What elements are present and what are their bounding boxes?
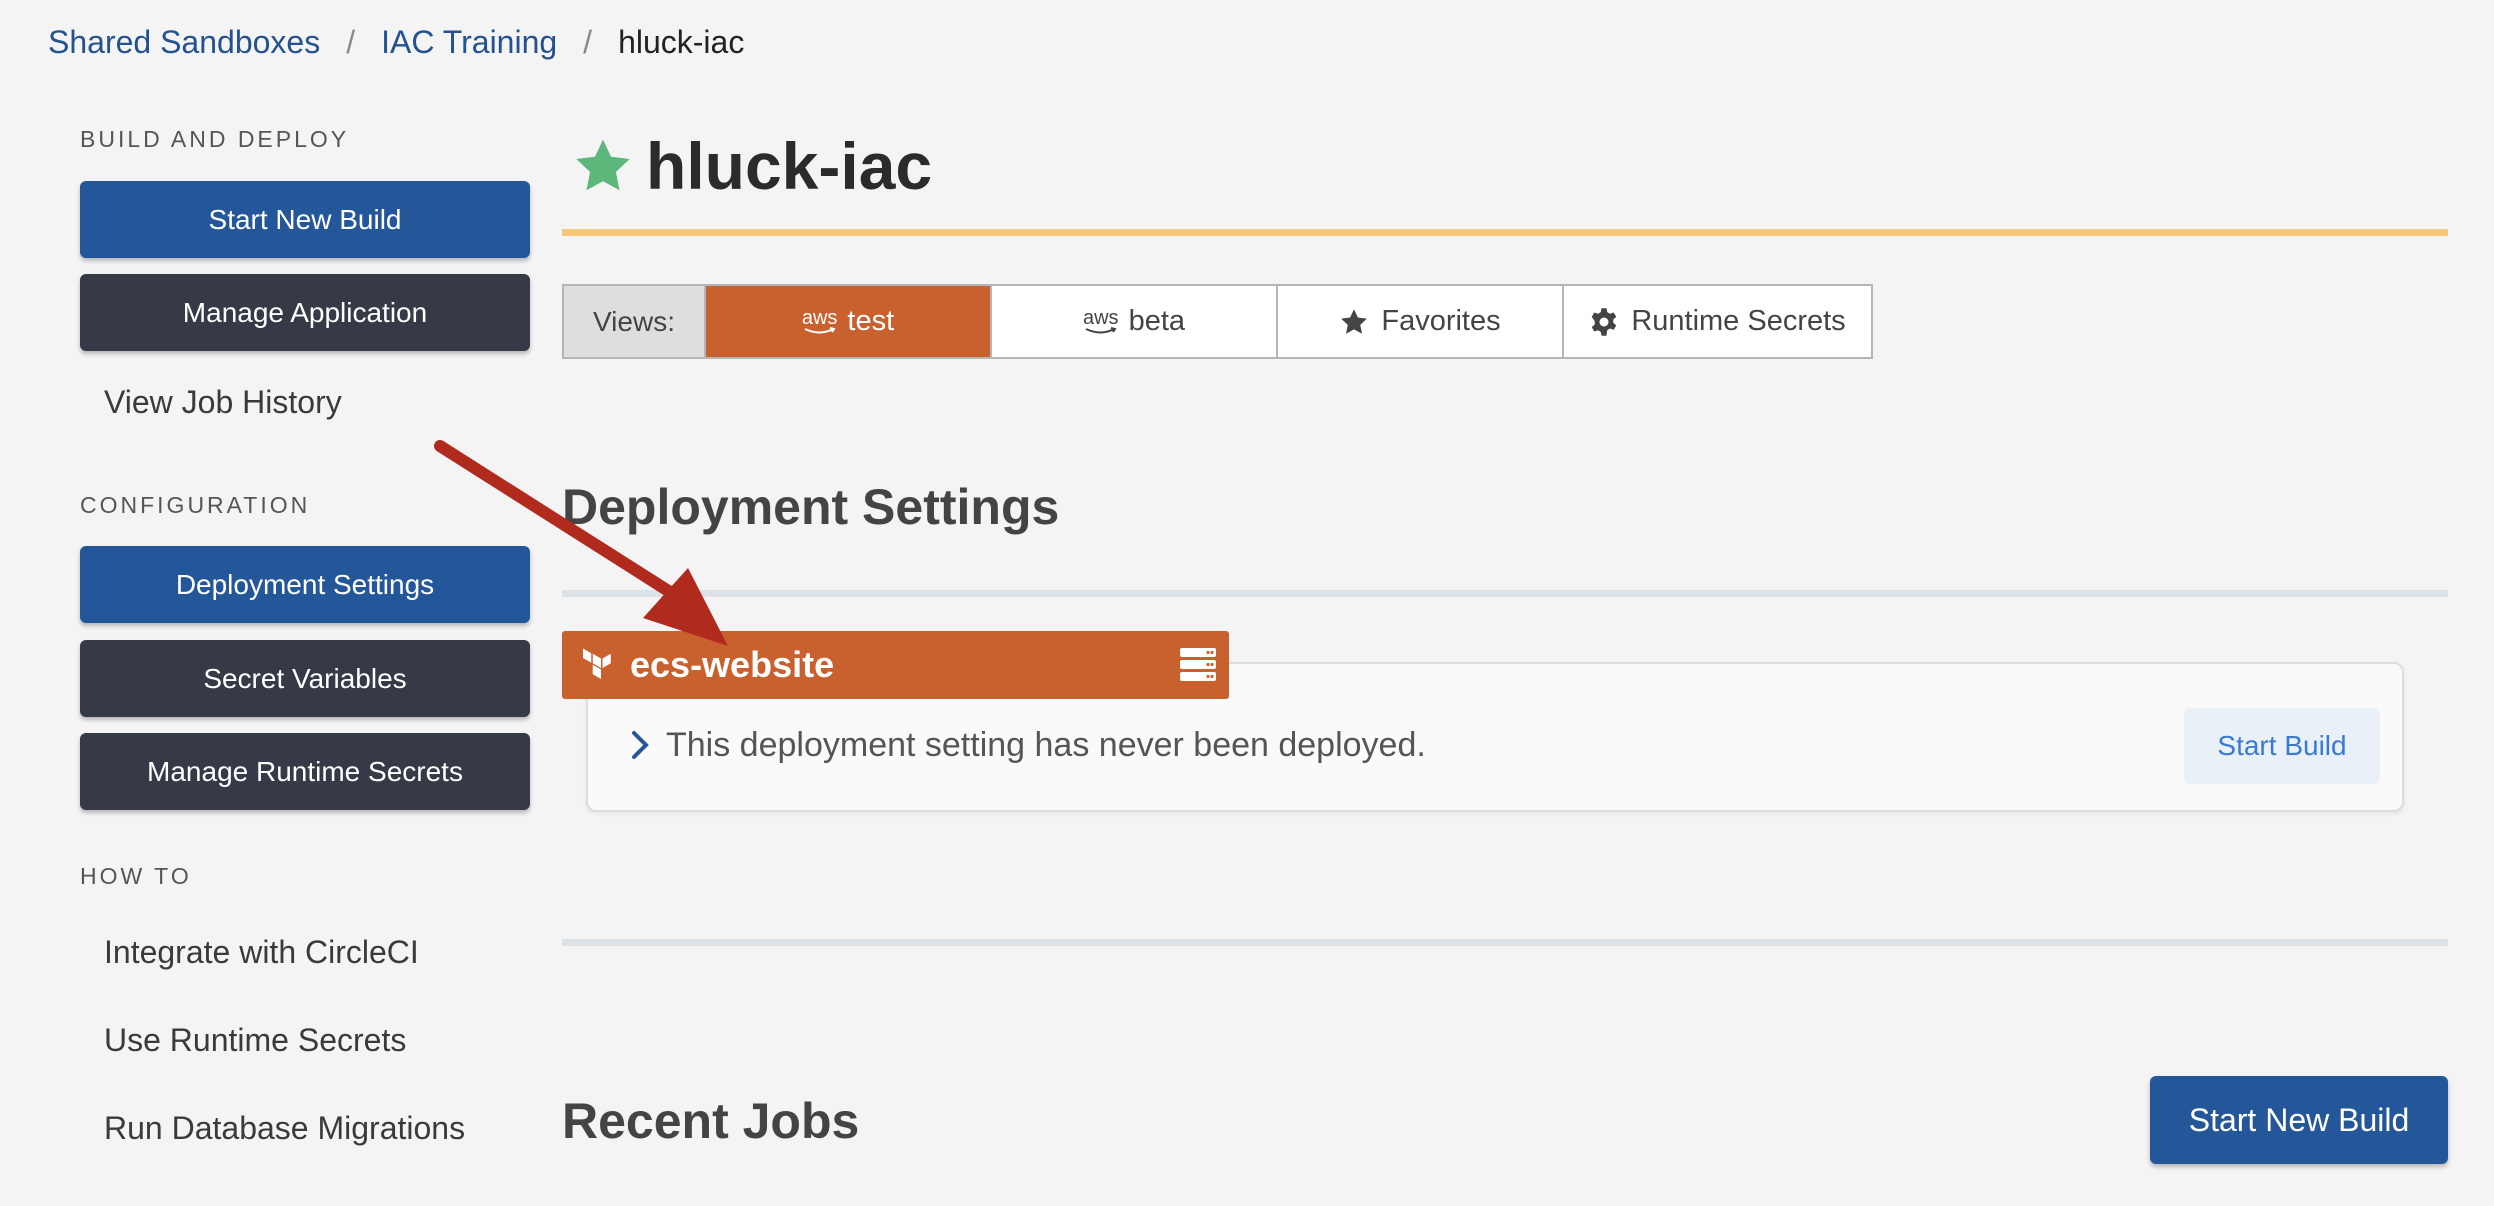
aws-icon: aws (1082, 306, 1119, 335)
deployment-settings-heading: Deployment Settings (562, 479, 1060, 535)
chevron-right-icon[interactable] (630, 730, 652, 760)
tab-test[interactable]: aws test (706, 286, 992, 357)
aws-logo-text: aws (1082, 306, 1119, 329)
secret-variables-button[interactable]: Secret Variables (80, 640, 530, 717)
run-database-migrations-link[interactable]: Run Database Migrations (104, 1110, 465, 1147)
tab-label: beta (1128, 305, 1186, 337)
views-bar: Views: aws test aws beta Favorites Runti… (562, 284, 1873, 359)
recent-jobs-start-new-build-button[interactable]: Start New Build (2150, 1076, 2448, 1164)
start-build-button[interactable]: Start Build (2184, 708, 2380, 784)
integrate-circleci-link[interactable]: Integrate with CircleCI (104, 934, 419, 971)
recent-jobs-heading: Recent Jobs (562, 1093, 860, 1149)
deployment-setting-name: ecs-website (630, 644, 835, 685)
server-stack-icon (1180, 648, 1216, 681)
breadcrumb-current: hluck-iac (618, 24, 745, 60)
title-divider (562, 229, 2448, 236)
breadcrumb-separator: / (346, 24, 356, 60)
use-runtime-secrets-link[interactable]: Use Runtime Secrets (104, 1022, 406, 1059)
section-label-configuration: CONFIGURATION (80, 492, 311, 518)
tab-favorites[interactable]: Favorites (1278, 286, 1564, 357)
manage-application-button[interactable]: Manage Application (80, 274, 530, 351)
title-row: hluck-iac (572, 128, 932, 204)
tab-beta[interactable]: aws beta (992, 286, 1278, 357)
section-divider (562, 939, 2448, 946)
view-job-history-link[interactable]: View Job History (104, 384, 342, 421)
tab-label: Runtime Secrets (1631, 305, 1846, 337)
aws-logo-text: aws (801, 306, 838, 329)
star-icon (1341, 308, 1368, 334)
start-new-build-button[interactable]: Start New Build (80, 181, 530, 258)
favorite-star-icon[interactable] (572, 135, 634, 197)
tab-label: Favorites (1381, 305, 1501, 337)
tab-label: test (847, 305, 895, 337)
aws-icon: aws (801, 306, 838, 335)
breadcrumb-iac-training[interactable]: IAC Training (381, 20, 557, 64)
views-label: Views: (564, 286, 706, 357)
deployment-setting-header[interactable]: ecs-website (562, 631, 1229, 699)
manage-runtime-secrets-button[interactable]: Manage Runtime Secrets (80, 733, 530, 810)
deployment-settings-button[interactable]: Deployment Settings (80, 546, 530, 623)
section-divider (562, 590, 2448, 597)
tab-runtime-secrets[interactable]: Runtime Secrets (1564, 286, 1871, 357)
terraform-icon (583, 648, 611, 679)
page-title: hluck-iac (646, 129, 933, 203)
section-label-how-to: HOW TO (80, 863, 192, 889)
breadcrumb: Shared Sandboxes / IAC Training / hluck-… (48, 20, 744, 64)
deployment-status-message: This deployment setting has never been d… (666, 726, 1426, 764)
section-label-build-and-deploy: BUILD AND DEPLOY (80, 126, 350, 152)
breadcrumb-shared-sandboxes[interactable]: Shared Sandboxes (48, 20, 320, 64)
breadcrumb-separator: / (583, 24, 593, 60)
gear-icon (1592, 307, 1617, 336)
